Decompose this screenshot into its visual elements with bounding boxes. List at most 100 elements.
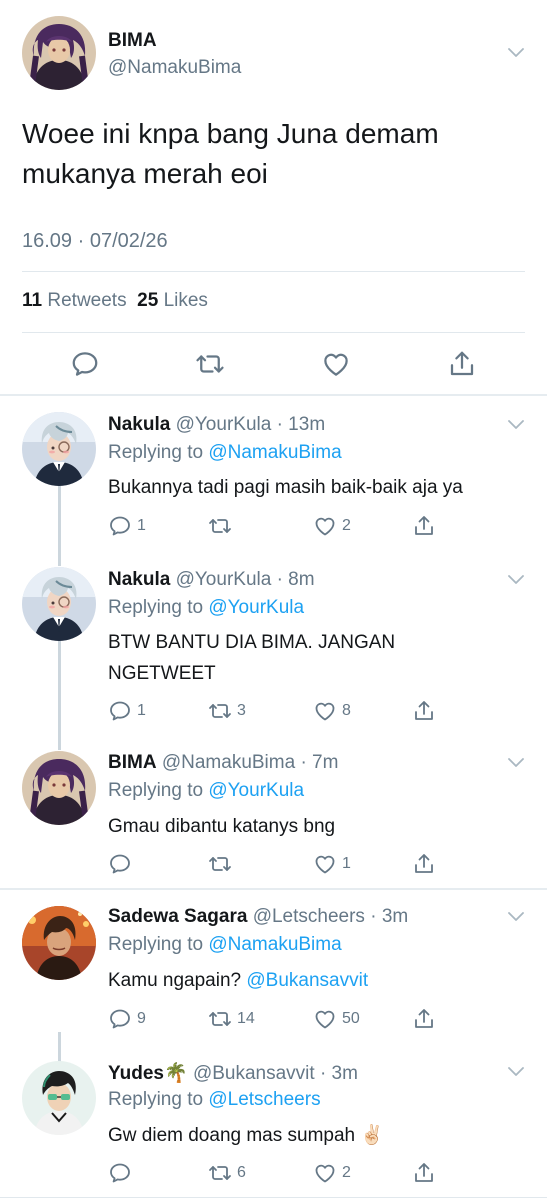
like-icon (313, 699, 337, 723)
like-icon (313, 1007, 337, 1031)
retweet-button[interactable] (208, 852, 237, 876)
reply-button[interactable]: 1 (108, 699, 146, 723)
reply-button[interactable] (108, 852, 137, 876)
divider (22, 332, 525, 333)
like-button[interactable]: 1 (313, 852, 351, 876)
retweets-count[interactable]: 11 (22, 290, 42, 311)
author-name[interactable]: Nakula (108, 414, 170, 435)
author-handle[interactable]: @NamakuBima (108, 57, 241, 79)
avatar[interactable] (22, 906, 96, 980)
chevron-down-icon[interactable] (507, 757, 525, 769)
reply-header: BIMA @NamakuBima · 7m (108, 752, 338, 774)
share-button[interactable] (412, 699, 436, 723)
reply-icon (108, 1007, 132, 1031)
like-button[interactable]: 8 (313, 699, 351, 723)
reply-header: Nakula @YourKula · 8m (108, 569, 315, 591)
author-handle[interactable]: @YourKula · 13m (176, 414, 326, 435)
author-name[interactable]: Nakula (108, 569, 170, 590)
mention-link[interactable]: @Bukansavvit (246, 970, 368, 991)
chevron-down-icon[interactable] (507, 1066, 525, 1078)
replying-to: Replying to @NamakuBima (108, 442, 342, 464)
chevron-down-icon[interactable] (507, 47, 525, 59)
share-icon[interactable] (447, 349, 477, 379)
author-name[interactable]: BIMA (108, 30, 157, 52)
reply-actions: 1 (108, 852, 528, 876)
avatar[interactable] (22, 1061, 96, 1135)
retweet-icon (208, 1161, 232, 1185)
retweet-button[interactable]: 14 (208, 1007, 255, 1031)
reply-text-body: Kamu ngapain? (108, 970, 242, 991)
replying-label: Replying to (108, 1089, 204, 1110)
like-button[interactable]: 2 (313, 1161, 351, 1185)
author-name[interactable]: Yudes (108, 1063, 164, 1084)
like-count: 2 (342, 517, 351, 534)
reply-icon (108, 699, 132, 723)
retweet-icon[interactable] (195, 349, 225, 379)
retweet-count: 3 (237, 702, 246, 719)
like-count: 8 (342, 702, 351, 719)
author-handle[interactable]: @Bukansavvit · 3m (193, 1063, 358, 1084)
author-handle[interactable]: @NamakuBima · 7m (162, 752, 339, 773)
chevron-down-icon[interactable] (507, 574, 525, 586)
share-button[interactable] (412, 514, 436, 538)
share-button[interactable] (412, 1007, 436, 1031)
share-icon (412, 699, 436, 723)
tweet-text: Woee ini knpa bang Juna demam mukanya me… (22, 118, 439, 189)
replying-label: Replying to (108, 442, 204, 463)
author-name[interactable]: Sadewa Sagara (108, 906, 247, 927)
like-icon (313, 1161, 337, 1185)
reply-button[interactable]: 9 (108, 1007, 146, 1031)
share-button[interactable] (412, 852, 436, 876)
reply-actions: 6 2 (108, 1161, 528, 1185)
reply-icon (108, 1161, 132, 1185)
reply-text: Gw diem doang mas sumpah ✌🏻 (108, 1120, 528, 1151)
reply-count: 1 (137, 702, 146, 719)
avatar[interactable] (22, 16, 96, 90)
section-separator (0, 888, 547, 890)
avatar[interactable] (22, 751, 96, 825)
replying-to: Replying to @YourKula (108, 597, 304, 619)
replying-to-link[interactable]: @YourKula (208, 597, 304, 618)
retweets-label[interactable]: Retweets (47, 290, 126, 311)
like-button[interactable]: 50 (313, 1007, 360, 1031)
avatar[interactable] (22, 412, 96, 486)
replying-to-link[interactable]: @NamakuBima (208, 934, 341, 955)
retweet-button[interactable]: 6 (208, 1161, 246, 1185)
like-count: 1 (342, 855, 351, 872)
share-button[interactable] (412, 1161, 436, 1185)
like-icon (313, 852, 337, 876)
retweet-button[interactable]: 3 (208, 699, 246, 723)
retweet-icon (208, 514, 232, 538)
replying-to-link[interactable]: @NamakuBima (208, 442, 341, 463)
palm-tree-emoji: 🌴 (163, 1063, 188, 1084)
likes-count[interactable]: 25 (137, 290, 158, 311)
section-separator (0, 394, 547, 396)
reply-button[interactable] (108, 1161, 137, 1185)
retweet-icon (208, 852, 232, 876)
chevron-down-icon[interactable] (507, 419, 525, 431)
reply-text-body: Gw diem doang mas sumpah (108, 1125, 356, 1146)
like-icon[interactable] (321, 349, 351, 379)
author-handle[interactable]: @Letscheers · 3m (253, 906, 409, 927)
avatar[interactable] (22, 567, 96, 641)
author-handle[interactable]: @YourKula · 8m (176, 569, 315, 590)
reply-actions: 9 14 50 (108, 1007, 528, 1031)
reply-text: BTW BANTU DIA BIMA. JANGAN NGETWEET (108, 632, 396, 684)
chevron-down-icon[interactable] (507, 911, 525, 923)
reply-text: Kamu ngapain? @Bukansavvit (108, 965, 528, 996)
retweet-button[interactable] (208, 514, 237, 538)
likes-label[interactable]: Likes (164, 290, 208, 311)
author-name[interactable]: BIMA (108, 752, 157, 773)
thread-line (58, 1032, 61, 1062)
like-button[interactable]: 2 (313, 514, 351, 538)
replying-to-link[interactable]: @Letscheers (208, 1089, 320, 1110)
reply-button[interactable]: 1 (108, 514, 146, 538)
divider (0, 1197, 547, 1198)
share-icon (412, 1161, 436, 1185)
reply-icon[interactable] (70, 349, 100, 379)
reply-header: Sadewa Sagara @Letscheers · 3m (108, 906, 408, 928)
replying-to-link[interactable]: @YourKula (208, 780, 304, 801)
retweet-icon (208, 699, 232, 723)
retweet-count: 6 (237, 1164, 246, 1181)
reply-header: Nakula @YourKula · 13m (108, 414, 325, 436)
